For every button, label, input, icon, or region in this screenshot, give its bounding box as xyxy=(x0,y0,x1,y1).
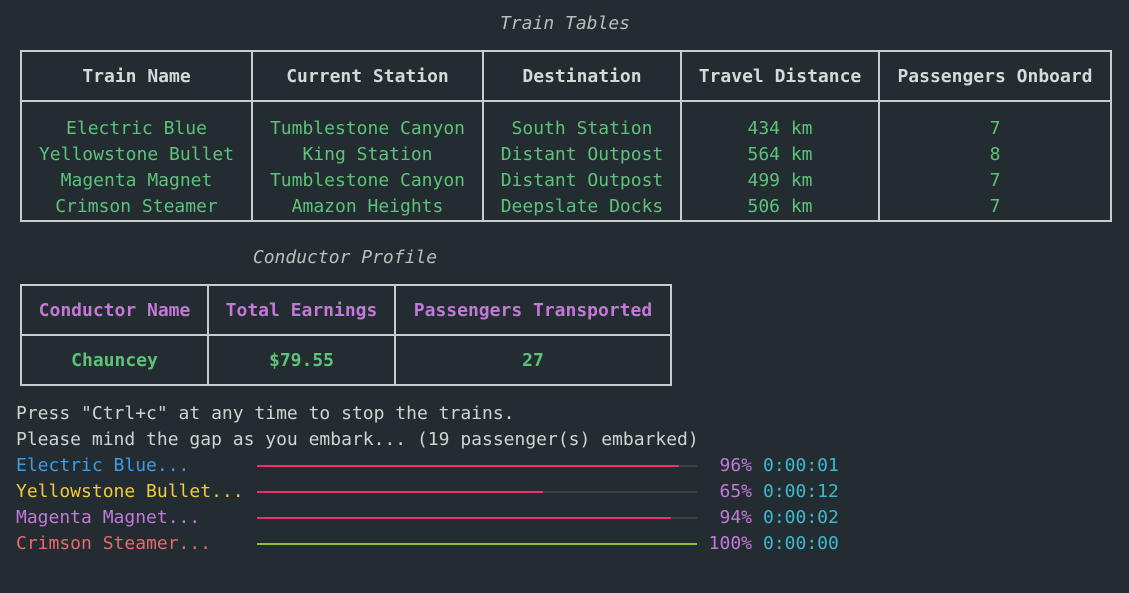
table-cell: Electric Blue xyxy=(66,118,207,139)
col-header-travel-distance: Travel Distance xyxy=(680,50,880,102)
progress-row-magenta-magnet: Magenta Magnet... 94% 0:00:02 xyxy=(16,505,856,531)
embark-status-text: Please mind the gap as you embark... (19… xyxy=(16,429,699,450)
destination-column: South Station Distant Outpost Distant Ou… xyxy=(482,100,682,222)
progress-elapsed-time: 0:00:01 xyxy=(763,455,839,476)
table-cell: King Station xyxy=(302,144,433,165)
train-table-caption: Train Tables xyxy=(499,13,631,34)
progress-row-electric-blue: Electric Blue... 96% 0:00:01 xyxy=(16,453,856,479)
col-header-current-station: Current Station xyxy=(251,50,484,102)
table-cell: Deepslate Docks xyxy=(500,196,664,217)
table-cell: Distant Outpost xyxy=(500,170,664,191)
col-header-total-earnings: Total Earnings xyxy=(207,284,396,336)
col-header-conductor-name: Conductor Name xyxy=(20,284,209,336)
table-cell: Tumblestone Canyon xyxy=(269,170,466,191)
progress-train-name: Electric Blue... xyxy=(16,455,190,476)
total-earnings-cell: $79.55 xyxy=(207,334,396,386)
train-table-body: Electric Blue Yellowstone Bullet Magenta… xyxy=(20,100,1112,222)
table-cell: South Station xyxy=(511,118,653,139)
col-header-destination: Destination xyxy=(482,50,682,102)
progress-bar-fill xyxy=(257,465,680,467)
table-cell: 564 km xyxy=(747,144,813,165)
passengers-transported-cell: 27 xyxy=(394,334,672,386)
table-cell: 7 xyxy=(989,118,1001,139)
progress-bar-fill xyxy=(257,517,671,519)
table-cell: 499 km xyxy=(747,170,813,191)
progress-train-name: Crimson Steamer... xyxy=(16,533,212,554)
table-row: Chauncey $79.55 27 xyxy=(20,334,672,386)
table-cell: Magenta Magnet xyxy=(60,170,213,191)
table-cell: Amazon Heights xyxy=(291,196,444,217)
table-cell: 506 km xyxy=(747,196,813,217)
train-name-column: Electric Blue Yellowstone Bullet Magenta… xyxy=(20,100,253,222)
table-cell: 7 xyxy=(989,170,1001,191)
travel-distance-column: 434 km 564 km 499 km 506 km xyxy=(680,100,880,222)
progress-row-yellowstone-bullet: Yellowstone Bullet... 65% 0:00:12 xyxy=(16,479,856,505)
conductor-table-caption: Conductor Profile xyxy=(252,247,438,268)
progress-bar-fill xyxy=(257,543,697,545)
progress-bar-fill xyxy=(257,491,543,493)
progress-percent: 100% xyxy=(708,533,752,554)
progress-percent: 65% xyxy=(719,481,752,502)
progress-percent: 94% xyxy=(719,507,752,528)
progress-train-name: Magenta Magnet... xyxy=(16,507,201,528)
conductor-table: Conductor Name Total Earnings Passengers… xyxy=(20,284,672,386)
table-cell: 8 xyxy=(989,144,1001,165)
col-header-passengers-onboard: Passengers Onboard xyxy=(878,50,1112,102)
conductor-name-cell: Chauncey xyxy=(20,334,209,386)
col-header-train-name: Train Name xyxy=(20,50,253,102)
table-cell: 434 km xyxy=(747,118,813,139)
progress-percent: 96% xyxy=(719,455,752,476)
progress-bar xyxy=(257,517,697,519)
table-cell: Yellowstone Bullet xyxy=(38,144,235,165)
progress-bar xyxy=(257,465,697,467)
table-cell: Distant Outpost xyxy=(500,144,664,165)
train-table: Train Name Current Station Destination T… xyxy=(20,50,1112,222)
progress-bar xyxy=(257,491,697,493)
conductor-table-header-row: Conductor Name Total Earnings Passengers… xyxy=(20,284,672,336)
progress-elapsed-time: 0:00:02 xyxy=(763,507,839,528)
progress-elapsed-time: 0:00:12 xyxy=(763,481,839,502)
col-header-passengers-transported: Passengers Transported xyxy=(394,284,672,336)
train-table-header-row: Train Name Current Station Destination T… xyxy=(20,50,1112,102)
progress-train-name: Yellowstone Bullet... xyxy=(16,481,244,502)
passengers-onboard-column: 7 8 7 7 xyxy=(878,100,1112,222)
progress-bar xyxy=(257,543,697,545)
table-cell: Tumblestone Canyon xyxy=(269,118,466,139)
progress-row-crimson-steamer: Crimson Steamer... 100% 0:00:00 xyxy=(16,531,856,557)
stop-instructions-text: Press "Ctrl+c" at any time to stop the t… xyxy=(16,403,515,424)
current-station-column: Tumblestone Canyon King Station Tumblest… xyxy=(251,100,484,222)
table-cell: 7 xyxy=(989,196,1001,217)
table-cell: Crimson Steamer xyxy=(55,196,218,217)
progress-elapsed-time: 0:00:00 xyxy=(763,533,839,554)
